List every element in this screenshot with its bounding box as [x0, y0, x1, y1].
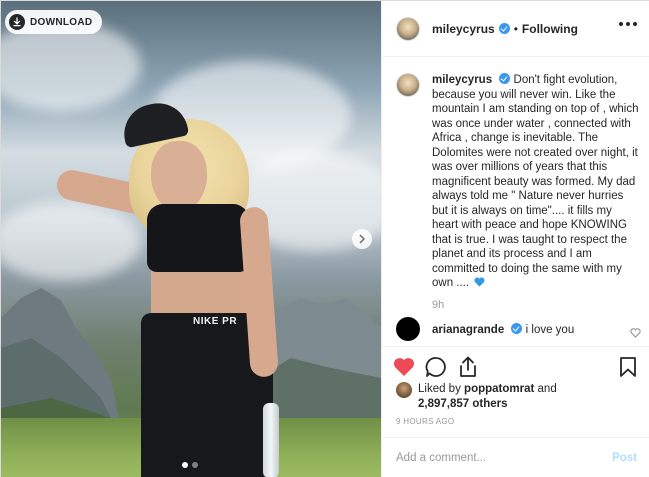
water-bottle [263, 403, 279, 477]
add-comment-bar: Post [382, 437, 649, 477]
comment-like-icon[interactable] [630, 325, 641, 343]
bookmark-icon[interactable] [616, 355, 640, 379]
chevron-right-icon [359, 234, 366, 244]
post-timestamp[interactable]: 9 HOURS AGO [396, 417, 454, 426]
next-photo-button[interactable] [352, 229, 372, 249]
following-button[interactable]: Following [522, 22, 578, 36]
header-username[interactable]: mileycyrus [432, 22, 495, 36]
comment-row: arianagrande i love you [396, 317, 641, 341]
download-label: DOWNLOAD [30, 16, 93, 28]
caption-text: mileycyrus Don't fight evolution, becaus… [432, 73, 641, 291]
comment-body: i love you [525, 323, 575, 336]
blue-heart-icon [474, 277, 485, 287]
heart-filled-icon[interactable] [392, 355, 416, 379]
caption-username[interactable]: mileycyrus [432, 74, 492, 86]
pants-label: NIKE PR [193, 316, 238, 327]
carousel-dot [182, 462, 188, 468]
avatar[interactable] [396, 73, 420, 97]
likes-conjunction: and [537, 383, 557, 395]
person-face [151, 141, 207, 211]
comment-text: arianagrande i love you [432, 322, 575, 336]
caption-time[interactable]: 9h [432, 299, 641, 311]
action-bar [382, 346, 649, 386]
caption: mileycyrus Don't fight evolution, becaus… [396, 73, 641, 311]
likes-user[interactable]: poppatomrat [464, 383, 534, 395]
post-button[interactable]: Post [612, 452, 637, 464]
more-options-icon[interactable] [619, 22, 637, 26]
post-header: mileycyrus • Following [382, 1, 649, 57]
download-button[interactable]: DOWNLOAD [5, 10, 103, 34]
likes-text: Liked by poppatomrat and 2,897,857 other… [418, 382, 557, 411]
verified-badge-icon [511, 322, 523, 334]
verified-badge-icon [499, 73, 511, 84]
avatar[interactable] [396, 317, 420, 341]
caption-body: Don't fight evolution, because you will … [432, 74, 639, 289]
likes-count[interactable]: 2,897,857 others [418, 398, 508, 410]
share-icon[interactable] [456, 355, 480, 379]
header-separator: • [513, 21, 518, 36]
instagram-post: NIKE PR DOWNLOAD mileycyrus • Following … [0, 0, 649, 477]
avatar[interactable] [396, 382, 412, 398]
person-sports-top [147, 204, 249, 272]
avatar[interactable] [396, 16, 420, 41]
likes-prefix: Liked by [418, 383, 461, 395]
carousel-dot [192, 462, 198, 468]
comment-input[interactable] [396, 452, 613, 464]
cloud [1, 21, 141, 111]
download-icon [9, 14, 25, 30]
carousel-indicator [182, 462, 198, 468]
post-sidebar: mileycyrus • Following mileycyrus Don't … [381, 1, 649, 477]
post-photo[interactable]: NIKE PR DOWNLOAD [1, 1, 381, 477]
comment-username[interactable]: arianagrande [432, 324, 504, 336]
comment-icon[interactable] [424, 355, 448, 379]
likes-summary: Liked by poppatomrat and 2,897,857 other… [396, 382, 641, 412]
verified-badge-icon [498, 23, 510, 34]
